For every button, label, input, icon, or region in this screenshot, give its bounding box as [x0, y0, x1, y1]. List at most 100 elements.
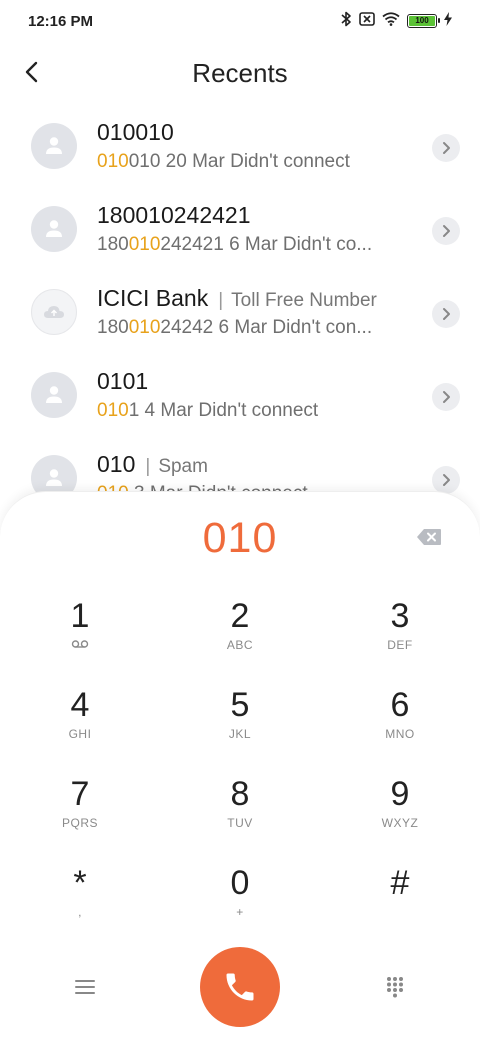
recent-row[interactable]: ICICI Bank | Toll Free Number 18001024242…: [0, 270, 480, 353]
avatar: [31, 205, 77, 252]
cloud-icon: [44, 305, 64, 318]
call-detail: 180010242421 6 Mar Didn't co...: [97, 233, 373, 255]
recents-list: 010010 010010 20 Mar Didn't connect 1800…: [0, 104, 480, 519]
key-9[interactable]: 9 WXYZ: [340, 774, 460, 854]
contact-name: ICICI Bank: [97, 284, 209, 311]
charging-icon: [444, 11, 452, 31]
key-digit: 9: [390, 775, 410, 813]
chevron-right-icon: [443, 225, 450, 237]
header: Recents: [0, 42, 480, 104]
match-highlight: 010: [97, 399, 129, 421]
voicemail-icon: [71, 638, 89, 652]
backspace-icon: [417, 529, 441, 545]
back-button[interactable]: [14, 54, 50, 90]
match-highlight: 010: [97, 150, 129, 172]
call-detail: 010010 20 Mar Didn't connect: [97, 150, 350, 172]
avatar: [31, 288, 77, 335]
key-letters: GHI: [68, 727, 92, 741]
phone-icon: [226, 973, 254, 1001]
menu-icon: [75, 980, 95, 994]
key-5[interactable]: 5 JKL: [180, 685, 300, 765]
recent-row[interactable]: 180010242421 180010242421 6 Mar Didn't c…: [0, 187, 480, 270]
details-button[interactable]: [432, 383, 460, 411]
call-button[interactable]: [200, 947, 280, 1027]
key-digit: 7: [70, 775, 90, 813]
row-text: ICICI Bank | Toll Free Number 18001024242…: [97, 285, 402, 339]
key-digit: 5: [230, 686, 250, 724]
details-button[interactable]: [432, 466, 460, 494]
dialed-number[interactable]: 010: [0, 514, 480, 563]
key-6[interactable]: 6 MNO: [340, 685, 460, 765]
dialpad-toggle-button[interactable]: [375, 972, 415, 1002]
dialpad-sheet: 010 1 2 ABC 3 DEF 4 GHI 5 JKL 6 MNO 7 PQ…: [0, 491, 480, 1040]
chevron-right-icon: [443, 142, 450, 154]
back-arrow-icon: [25, 61, 38, 83]
key-letters: TUV: [227, 816, 253, 830]
wifi-icon: [382, 11, 400, 31]
key-4[interactable]: 4 GHI: [20, 685, 140, 765]
bluetooth-icon: [340, 11, 352, 32]
match-highlight: 010: [128, 316, 161, 338]
avatar: [31, 122, 77, 169]
key-letters: PQRS: [61, 816, 98, 830]
key-1[interactable]: 1: [20, 596, 140, 676]
status-bar: 12:16 PM 100: [0, 0, 480, 42]
details-button[interactable]: [432, 217, 460, 245]
chevron-right-icon: [443, 308, 450, 320]
row-text: 010010 010010 20 Mar Didn't connect: [97, 119, 402, 173]
details-button[interactable]: [432, 134, 460, 162]
person-icon: [46, 136, 62, 154]
recent-row[interactable]: 0101 0101 4 Mar Didn't connect: [0, 353, 480, 436]
row-text: 180010242421 180010242421 6 Mar Didn't c…: [97, 202, 402, 256]
row-text: 0101 0101 4 Mar Didn't connect: [97, 368, 402, 422]
contact-name: 0101: [97, 367, 149, 394]
contact-tag: | Spam: [145, 455, 208, 477]
menu-button[interactable]: [65, 972, 105, 1002]
call-detail: 0101 4 Mar Didn't connect: [97, 399, 319, 421]
backspace-button[interactable]: [416, 528, 442, 551]
key-2[interactable]: 2 ABC: [180, 596, 300, 676]
chevron-right-icon: [443, 474, 450, 486]
key-3[interactable]: 3 DEF: [340, 596, 460, 676]
chevron-right-icon: [443, 391, 450, 403]
person-icon: [46, 219, 62, 237]
details-button[interactable]: [432, 300, 460, 328]
contact-name: 180010242421: [97, 201, 251, 228]
contact-name: 010: [97, 450, 136, 477]
status-time: 12:16 PM: [28, 12, 94, 30]
key-8[interactable]: 8 TUV: [180, 774, 300, 854]
key-star[interactable]: * ,: [20, 863, 140, 943]
call-detail: 18001024242 6 Mar Didn't con...: [97, 316, 373, 338]
key-letters: WXYZ: [381, 816, 419, 830]
key-digit: 1: [70, 597, 90, 635]
dialpad-grid-icon: [387, 977, 403, 998]
key-hash[interactable]: #: [340, 863, 460, 943]
contact-name: 010010: [97, 118, 174, 145]
key-digit: 3: [390, 597, 410, 635]
avatar: [31, 371, 77, 418]
status-icons: 100: [340, 11, 452, 32]
page-title: Recents: [192, 57, 288, 88]
key-digit: #: [390, 864, 410, 902]
recent-row[interactable]: 010010 010010 20 Mar Didn't connect: [0, 104, 480, 187]
key-digit: 6: [390, 686, 410, 724]
key-letters: MNO: [385, 727, 415, 741]
key-digit: 8: [230, 775, 250, 813]
key-letters: JKL: [228, 727, 252, 741]
person-icon: [46, 385, 62, 403]
battery-icon: 100: [407, 14, 440, 28]
key-0[interactable]: 0 +: [180, 863, 300, 943]
contact-tag: | Toll Free Number: [218, 289, 377, 311]
key-letters: DEF: [387, 638, 413, 652]
dialpad-actions: [0, 947, 480, 1027]
key-digit: 4: [70, 686, 90, 724]
match-highlight: 010: [128, 233, 161, 255]
key-digit: 2: [230, 597, 250, 635]
key-letters: +: [236, 905, 244, 919]
key-letters: ,: [78, 905, 82, 919]
battery-level: 100: [409, 16, 435, 26]
no-sim-icon: [359, 11, 375, 31]
key-digit: *: [73, 864, 87, 902]
key-7[interactable]: 7 PQRS: [20, 774, 140, 854]
key-digit: 0: [230, 864, 250, 902]
